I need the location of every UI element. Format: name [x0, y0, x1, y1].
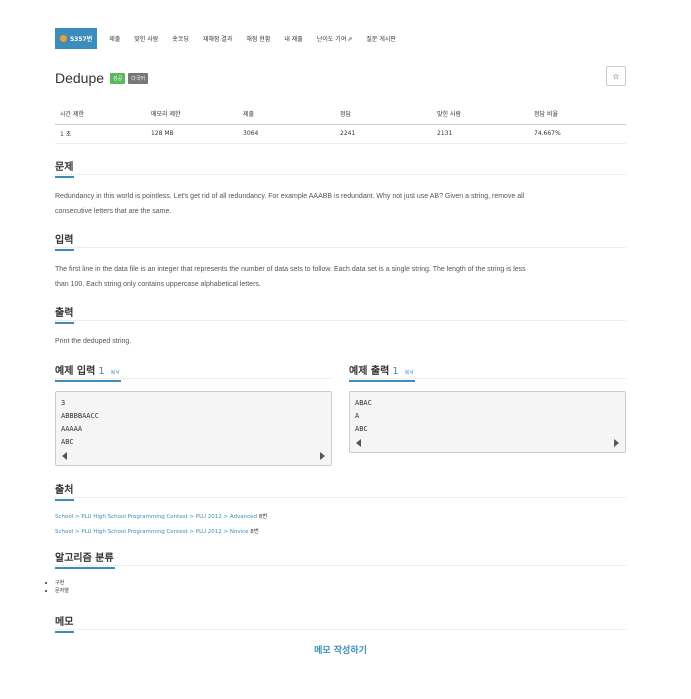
source-contest-link[interactable]: PLU High School Programming Contest [81, 529, 187, 535]
sample-input-heading: 예제 입력 1 복사 [55, 359, 332, 382]
sample-output-line: A [355, 412, 360, 420]
sample-output-line: ABAC [355, 399, 372, 407]
header-memory-limit: 메모리 제한 [146, 103, 238, 125]
value-accept-ratio: 74.667% [529, 124, 626, 144]
nav-solved-users[interactable]: 맞힌 사람 [134, 34, 158, 43]
nav-short-coding[interactable]: 숏코딩 [172, 34, 189, 43]
output-text: Print the deduped string. [55, 338, 132, 345]
problem-title: Dedupe [55, 70, 105, 86]
sample-output-block: 예제 출력 1 복사 ABAC A ABC [349, 359, 626, 453]
horizontal-scrollbar[interactable] [61, 449, 326, 465]
value-solved-users: 2131 [432, 124, 529, 144]
source-school-link[interactable]: School [55, 529, 73, 535]
sample-input-line: ABBBBAACC [61, 412, 99, 420]
algorithm-tag[interactable]: 문자열 [45, 587, 69, 595]
source-year-link[interactable]: PLU 2012 [196, 514, 222, 520]
value-submissions: 3064 [238, 124, 335, 144]
nav-submit[interactable]: 제출 [109, 34, 120, 43]
value-accepted: 2241 [335, 124, 432, 144]
success-badge: 성공 [110, 72, 126, 84]
memo-heading: 메모 [55, 610, 626, 633]
source-line: School > PLU High School Programming Con… [55, 529, 259, 535]
scroll-right-icon[interactable] [320, 452, 325, 460]
description-heading: 문제 [55, 155, 626, 178]
header-submissions: 제출 [238, 103, 335, 125]
title-row: Dedupe 성공 다국어 ☆ [55, 66, 626, 90]
sample-input-line: 3 [61, 399, 66, 407]
medal-icon [60, 34, 67, 42]
header-accepted: 정답 [335, 103, 432, 125]
sample-input-line: AAAAA [61, 425, 83, 433]
nav-my-submissions[interactable]: 내 제출 [284, 34, 302, 43]
scroll-left-icon[interactable] [356, 439, 361, 447]
copy-input-button[interactable]: 복사 [111, 370, 120, 376]
source-division-link[interactable]: Advanced [230, 514, 257, 520]
horizontal-scrollbar[interactable] [355, 436, 620, 452]
source-contest-link[interactable]: PLU High School Programming Contest [81, 514, 187, 520]
algorithm-tag-list: 구현 문자열 [45, 579, 69, 595]
nav-rejudge-results[interactable]: 재채점 결과 [203, 34, 233, 43]
nav-difficulty-contribution[interactable]: 난이도 기여⇗ [317, 34, 353, 43]
source-line: School > PLU High School Programming Con… [55, 514, 268, 520]
copy-output-button[interactable]: 복사 [405, 370, 414, 376]
sample-input-box[interactable]: 3 ABBBBAACC AAAAA ABC [55, 391, 332, 466]
nav-status[interactable]: 채점 현황 [246, 34, 270, 43]
multilang-badge[interactable]: 다국어 [128, 72, 149, 84]
header-time-limit: 시간 제한 [55, 103, 146, 125]
external-link-icon: ⇗ [347, 35, 353, 43]
star-button[interactable]: ☆ [606, 66, 626, 86]
output-heading: 출력 [55, 301, 626, 324]
input-heading: 입력 [55, 228, 626, 251]
source-heading: 출처 [55, 478, 626, 501]
header-accept-ratio: 정답 비율 [529, 103, 626, 125]
scroll-left-icon[interactable] [62, 452, 67, 460]
source-year-link[interactable]: PLU 2012 [196, 529, 222, 535]
sample-output-box[interactable]: ABAC A ABC [349, 391, 626, 453]
write-memo-button[interactable]: 메모 작성하기 [55, 643, 626, 656]
header-solved-users: 맞힌 사람 [432, 103, 529, 125]
nav-question-board[interactable]: 질문 게시판 [366, 34, 396, 43]
input-text: The first line in the data file is an in… [55, 266, 526, 288]
source-school-link[interactable]: School [55, 514, 73, 520]
value-memory-limit: 128 MB [146, 124, 238, 144]
problem-info-table: 시간 제한 메모리 제한 제출 정답 맞힌 사람 정답 비율 1 초 128 M… [55, 103, 626, 144]
nav-problem-number[interactable]: 5357번 [55, 27, 98, 49]
scroll-right-icon[interactable] [614, 439, 619, 447]
star-icon: ☆ [612, 71, 620, 81]
sample-input-block: 예제 입력 1 복사 3 ABBBBAACC AAAAA ABC [55, 359, 332, 466]
value-time-limit: 1 초 [55, 124, 146, 144]
algorithm-heading: 알고리즘 분류 [55, 546, 626, 569]
sample-input-line: ABC [61, 438, 74, 446]
description-text: Redundancy in this world is pointless. L… [55, 193, 525, 215]
sample-output-line: ABC [355, 425, 368, 433]
problem-nav: 5357번 제출 맞힌 사람 숏코딩 재채점 결과 채점 현황 내 제출 난이도… [55, 27, 410, 49]
source-division-link[interactable]: Novice [230, 529, 249, 535]
sample-output-heading: 예제 출력 1 복사 [349, 359, 626, 382]
algorithm-tag[interactable]: 구현 [45, 579, 69, 587]
